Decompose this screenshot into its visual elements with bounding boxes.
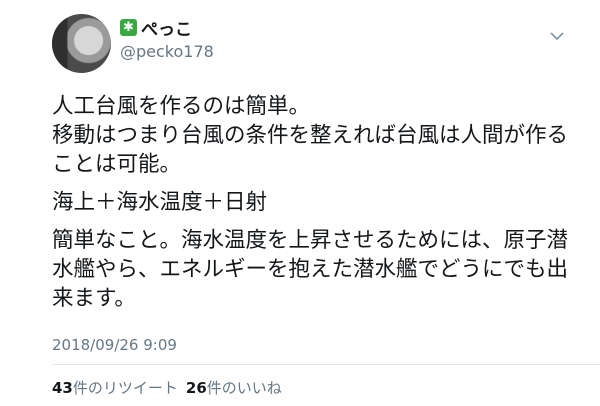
tweet-card: ✱ ぺっこ @pecko178 人工台風を作るのは簡単。 移動はつまり台風の条件… [0,0,600,406]
retweet-count[interactable]: 43件のリツイート [52,377,178,398]
tweet-timestamp[interactable]: 2018/09/26 9:09 [52,336,177,354]
avatar[interactable] [52,14,111,73]
engagement-stats: 43件のリツイート 26件のいいね [52,377,282,398]
tweet-paragraph: 海上＋海水温度＋日射 [52,190,268,215]
star-badge-icon: ✱ [120,18,137,36]
tweet-paragraph: 人工台風を作るのは簡単。 [52,94,311,119]
author-name-row[interactable]: ✱ ぺっこ [120,15,192,40]
retweet-count-label: 件のリツイート [72,379,178,397]
tweet-text: 人工台風を作るのは簡単。 移動はつまり台風の条件を整えれば台風は人間が作ることは… [52,92,577,313]
chevron-down-icon[interactable] [549,30,565,42]
divider [52,364,600,365]
tweet-paragraph: 簡単なこと。海水温度を上昇させるためには、原子潜水艦やら、エネルギーを抱えた潜水… [52,228,569,311]
like-count-label: 件のいいね [206,379,282,397]
avatar-shadow [52,14,111,73]
display-name[interactable]: ぺっこ [141,15,192,40]
like-count[interactable]: 26件のいいね [186,377,282,398]
user-handle[interactable]: @pecko178 [120,42,214,61]
tweet-paragraph: 移動はつまり台風の条件を整えれば台風は人間が作ることは可能。 [52,123,569,177]
retweet-count-number: 43 [52,379,73,397]
like-count-number: 26 [185,379,207,397]
